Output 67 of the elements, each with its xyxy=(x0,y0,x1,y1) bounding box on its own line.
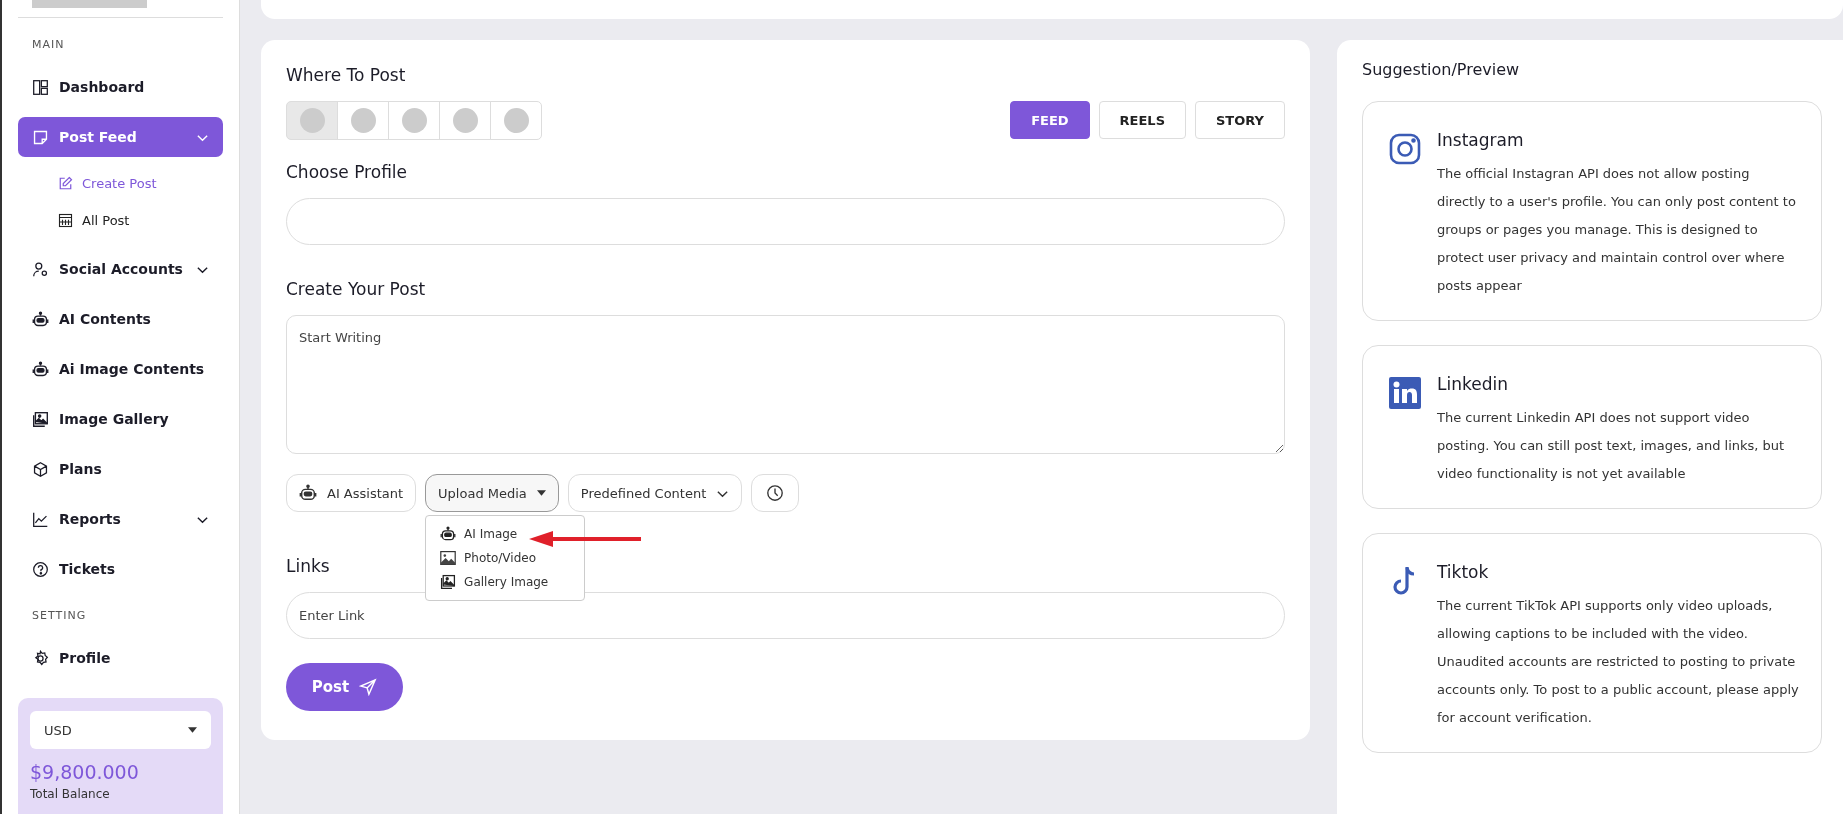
nav-item[interactable]: Plans xyxy=(18,449,223,489)
note-icon xyxy=(32,128,49,146)
photo-icon xyxy=(440,550,457,566)
ai-assistant-button[interactable]: AI Assistant xyxy=(286,474,417,512)
section-title: Links xyxy=(286,556,330,576)
balance-label: Total Balance xyxy=(30,787,111,801)
profile-option[interactable] xyxy=(490,101,542,140)
help-icon xyxy=(32,560,49,578)
menu-item[interactable]: AI Image xyxy=(426,522,585,546)
profile-option[interactable] xyxy=(388,101,440,140)
linkedin-icon xyxy=(1389,377,1421,409)
platform-note: The current Linkedin API does not support video posting. You can still post text, images, and links, but video functionality is not yet available xyxy=(1437,409,1786,483)
balance-amount: $9,800.000 xyxy=(30,761,140,783)
robot-icon xyxy=(32,310,49,328)
robot-icon xyxy=(32,360,49,378)
link-field[interactable]: Enter Link xyxy=(286,592,1285,639)
section-title: Choose Profile xyxy=(286,162,409,182)
gallery-icon xyxy=(32,410,49,428)
section-heading: MAIN xyxy=(31,37,66,53)
robot-icon xyxy=(299,484,317,502)
nav-item[interactable]: Post Feed xyxy=(18,117,223,157)
nav-item[interactable]: Image Gallery xyxy=(18,399,223,439)
robot-icon xyxy=(440,526,457,542)
section-title: Create Your Post xyxy=(286,279,427,299)
nav-item[interactable]: Ai Image Contents xyxy=(18,349,223,389)
nav-item[interactable]: Dashboard xyxy=(18,67,223,107)
nav-item[interactable]: AI Contents xyxy=(18,299,223,339)
panel-title: Suggestion/Preview xyxy=(1362,60,1521,79)
profile-option[interactable] xyxy=(286,101,338,140)
instagram-icon xyxy=(1389,133,1421,165)
caret-icon xyxy=(536,490,546,496)
section-heading: SETTING xyxy=(31,608,88,624)
profile-option[interactable] xyxy=(337,101,389,140)
platform-note: The current TikTok API supports only video uploads, allowing captions to be included with the video. Unaudited accounts are restricted to posting to private accounts only. To post to a public account, please apply for account verification. xyxy=(1437,597,1800,727)
caret-icon xyxy=(188,727,197,733)
send-icon xyxy=(359,678,378,696)
edit-icon xyxy=(58,176,73,191)
nav-item[interactable]: Social Accounts xyxy=(18,249,223,289)
table-icon xyxy=(58,213,73,228)
platform-name: Instagram xyxy=(1437,130,1525,150)
settings-icon xyxy=(32,649,49,667)
nav-item[interactable]: Tickets xyxy=(18,549,223,589)
box-icon xyxy=(32,460,49,478)
line-chart-icon xyxy=(32,510,49,528)
schedule-button[interactable] xyxy=(751,474,800,512)
post-textarea[interactable]: Start Writing xyxy=(286,315,1285,454)
nav-subitem[interactable]: Create Post xyxy=(18,165,223,202)
post-type-tab[interactable]: REELS xyxy=(1098,101,1186,139)
post-type-tab[interactable]: STORY xyxy=(1195,101,1285,139)
post-type-tab[interactable]: FEED xyxy=(1010,101,1090,139)
section-title: Where To Post xyxy=(286,65,407,85)
gallery-icon xyxy=(440,574,457,590)
platform-name: Tiktok xyxy=(1437,562,1490,582)
menu-item[interactable]: Gallery Image xyxy=(426,570,585,594)
post-button[interactable]: Post xyxy=(286,663,403,711)
profile-option[interactable] xyxy=(439,101,491,140)
platform-name: Linkedin xyxy=(1437,374,1509,394)
currency-select[interactable]: USD xyxy=(30,711,211,749)
predefined-content-select[interactable]: Predefined Content xyxy=(567,474,743,512)
nav-item[interactable]: Profile xyxy=(18,638,223,678)
nav-subitem[interactable]: All Post xyxy=(18,202,223,239)
nav-item[interactable]: Reports xyxy=(18,499,223,539)
dashboard-icon xyxy=(32,78,49,96)
clock-icon xyxy=(766,484,785,502)
upload-media-dropdown[interactable]: Upload Media xyxy=(425,474,559,512)
platform-note: The official Instagran API does not allow posting directly to a user's profile. You can only post content to groups or pages you manage. This is designed to protect user privacy and maintain control over where posts appear xyxy=(1437,165,1797,295)
menu-item[interactable]: Photo/Video xyxy=(426,546,585,570)
